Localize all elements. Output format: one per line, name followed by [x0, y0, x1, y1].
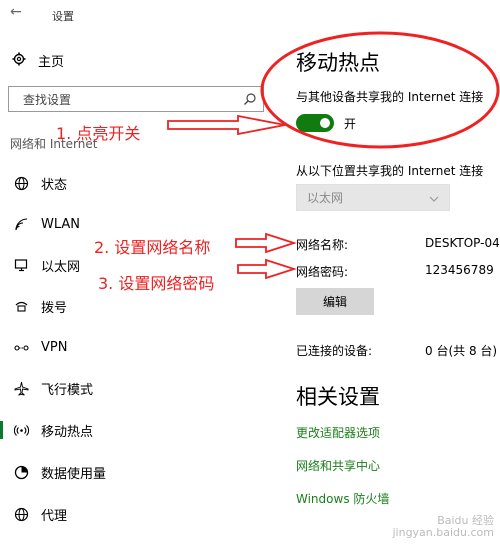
- annotation-arrow-1: [167, 114, 286, 136]
- annotation-arrow-3: [237, 258, 297, 280]
- annotation-overlay: [167, 31, 500, 280]
- watermark-line-2: jingyan.baidu.com: [392, 526, 494, 539]
- watermark: Baidu 经验 jingyan.baidu.com: [392, 515, 494, 539]
- annotation-step-1: 1. 点亮开关: [56, 124, 141, 143]
- annotation-step-2: 2. 设置网络名称: [94, 238, 211, 257]
- annotation-arrow-2: [235, 232, 297, 254]
- annotation-step-3: 3. 设置网络密码: [98, 274, 215, 293]
- annotation-ellipse: [260, 31, 500, 149]
